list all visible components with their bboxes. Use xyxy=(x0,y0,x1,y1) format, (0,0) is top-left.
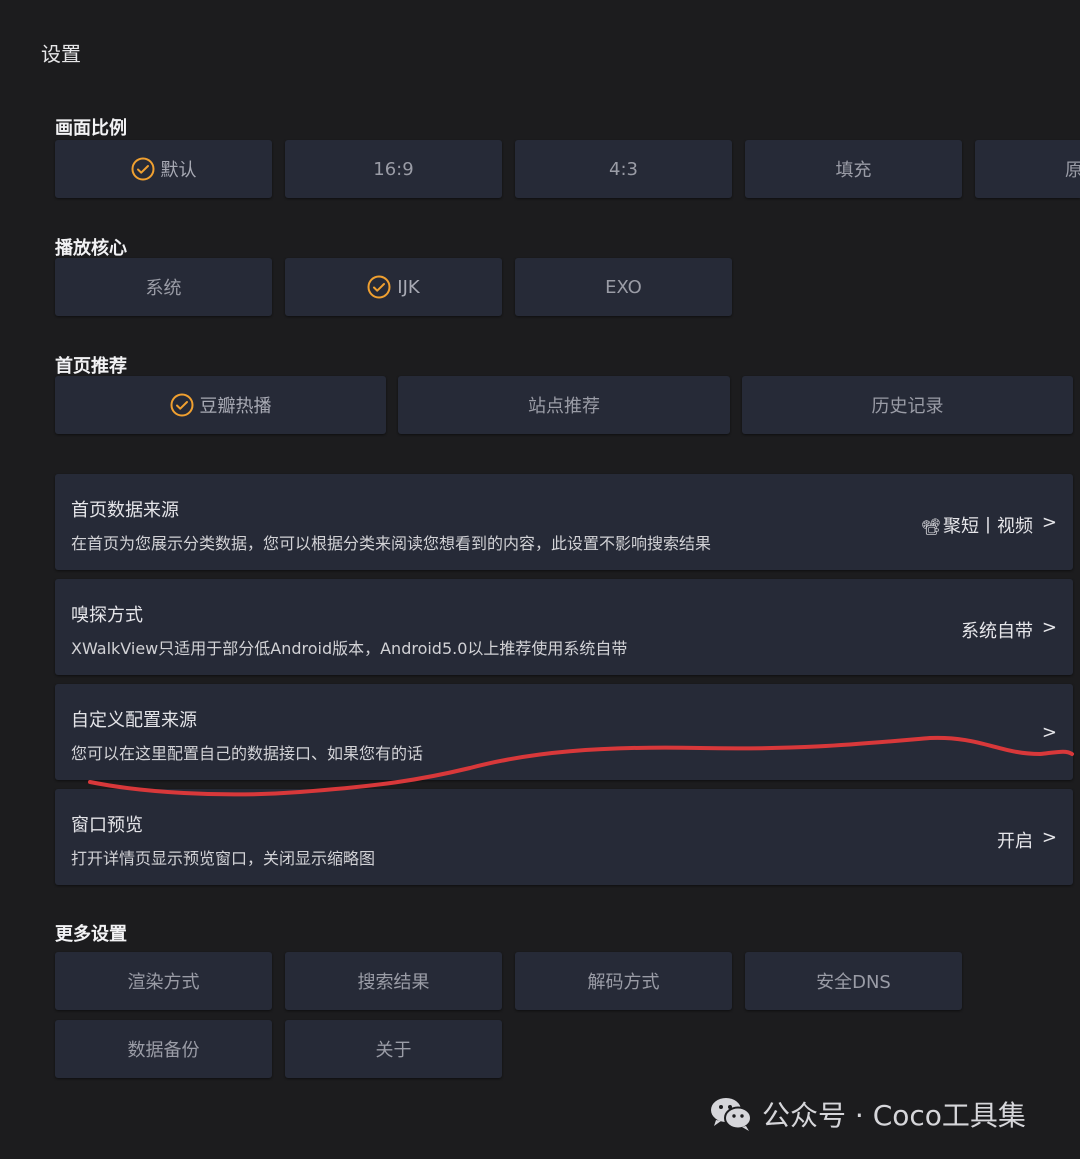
chevron-right-icon: > xyxy=(1041,827,1057,848)
player-core-option-system[interactable]: 系统 xyxy=(55,258,272,316)
aspect-option-fill[interactable]: 填充 xyxy=(745,140,962,198)
row-title: 首页数据来源 xyxy=(71,500,179,521)
aspect-option-default[interactable]: 默认 xyxy=(55,140,272,198)
player-core-option-exo[interactable]: EXO xyxy=(515,258,732,316)
secure-dns-button[interactable]: 安全DNS xyxy=(745,952,962,1010)
search-results-button[interactable]: 搜索结果 xyxy=(285,952,502,1010)
page-title: 设置 xyxy=(41,42,81,66)
aspect-option-label: 填充 xyxy=(835,160,872,181)
row-title: 自定义配置来源 xyxy=(71,710,197,731)
decode-method-button[interactable]: 解码方式 xyxy=(515,952,732,1010)
setting-row-sniff-method[interactable]: 嗅探方式 XWalkView只适用于部分低Android版本，Android5.… xyxy=(55,579,1073,675)
wechat-icon xyxy=(711,1098,752,1131)
more-settings-section-title: 更多设置 xyxy=(55,924,127,945)
button-label: 渲染方式 xyxy=(127,972,200,993)
watermark-text: 公众号 · Coco工具集 xyxy=(762,1099,1026,1132)
button-label: 解码方式 xyxy=(587,972,660,993)
row-description: 在首页为您展示分类数据，您可以根据分类来阅读您想看到的内容，此设置不影响搜索结果 xyxy=(71,534,712,553)
home-recommend-option-site[interactable]: 站点推荐 xyxy=(398,376,730,434)
player-core-option-label: 系统 xyxy=(145,278,182,299)
aspect-option-label: 默认 xyxy=(160,160,197,181)
row-description: XWalkView只适用于部分低Android版本，Android5.0以上推荐… xyxy=(71,639,628,658)
button-label: 安全DNS xyxy=(816,972,891,993)
player-core-option-label: EXO xyxy=(605,276,642,298)
row-title: 窗口预览 xyxy=(71,815,143,836)
aspect-option-label: 16:9 xyxy=(373,158,414,180)
check-circle-icon xyxy=(170,393,193,417)
row-title: 嗅探方式 xyxy=(71,605,143,626)
home-recommend-option-label: 站点推荐 xyxy=(528,396,600,417)
data-backup-button[interactable]: 数据备份 xyxy=(55,1020,272,1078)
home-recommend-section-title: 首页推荐 xyxy=(55,356,127,377)
button-label: 数据备份 xyxy=(127,1040,200,1061)
home-recommend-option-history[interactable]: 历史记录 xyxy=(742,376,1073,434)
aspect-option-label: 4:3 xyxy=(609,158,638,180)
check-circle-icon xyxy=(367,275,391,299)
check-circle-icon xyxy=(131,157,154,181)
aspect-option-original[interactable]: 原 xyxy=(975,140,1080,198)
aspect-ratio-section-title: 画面比例 xyxy=(55,118,127,139)
row-value-text: 聚短丨视频 xyxy=(943,516,1033,537)
film-camera-icon: 📽 xyxy=(920,517,941,536)
row-value: 开启 xyxy=(997,831,1033,852)
row-value: 📽 聚短丨视频 xyxy=(921,512,1033,538)
setting-row-custom-config-source[interactable]: 自定义配置来源 您可以在这里配置自己的数据接口、如果您有的话 > xyxy=(55,684,1073,780)
setting-row-home-data-source[interactable]: 首页数据来源 在首页为您展示分类数据，您可以根据分类来阅读您想看到的内容，此设置… xyxy=(55,474,1073,570)
home-recommend-option-douban[interactable]: 豆瓣热播 xyxy=(55,376,386,434)
about-button[interactable]: 关于 xyxy=(285,1020,502,1078)
player-core-section-title: 播放核心 xyxy=(55,238,127,259)
row-value: 系统自带 xyxy=(961,621,1033,642)
setting-row-window-preview[interactable]: 窗口预览 打开详情页显示预览窗口，关闭显示缩略图 开启 > xyxy=(55,789,1073,885)
row-description: 您可以在这里配置自己的数据接口、如果您有的话 xyxy=(71,744,424,763)
chevron-right-icon: > xyxy=(1041,617,1057,638)
button-label: 关于 xyxy=(375,1040,412,1061)
render-method-button[interactable]: 渲染方式 xyxy=(55,952,272,1010)
home-recommend-option-label: 豆瓣热播 xyxy=(199,396,272,417)
row-description: 打开详情页显示预览窗口，关闭显示缩略图 xyxy=(71,849,376,868)
aspect-option-label: 原 xyxy=(1065,160,1080,181)
home-recommend-option-label: 历史记录 xyxy=(871,396,944,417)
aspect-option-16-9[interactable]: 16:9 xyxy=(285,140,502,198)
button-label: 搜索结果 xyxy=(357,972,430,993)
chevron-right-icon: > xyxy=(1041,512,1057,533)
player-core-option-ijk[interactable]: IJK xyxy=(285,258,502,316)
aspect-option-4-3[interactable]: 4:3 xyxy=(515,140,732,198)
chevron-right-icon: > xyxy=(1041,722,1057,743)
watermark: 公众号 · Coco工具集 xyxy=(710,1094,1026,1134)
player-core-option-label: IJK xyxy=(397,276,420,298)
